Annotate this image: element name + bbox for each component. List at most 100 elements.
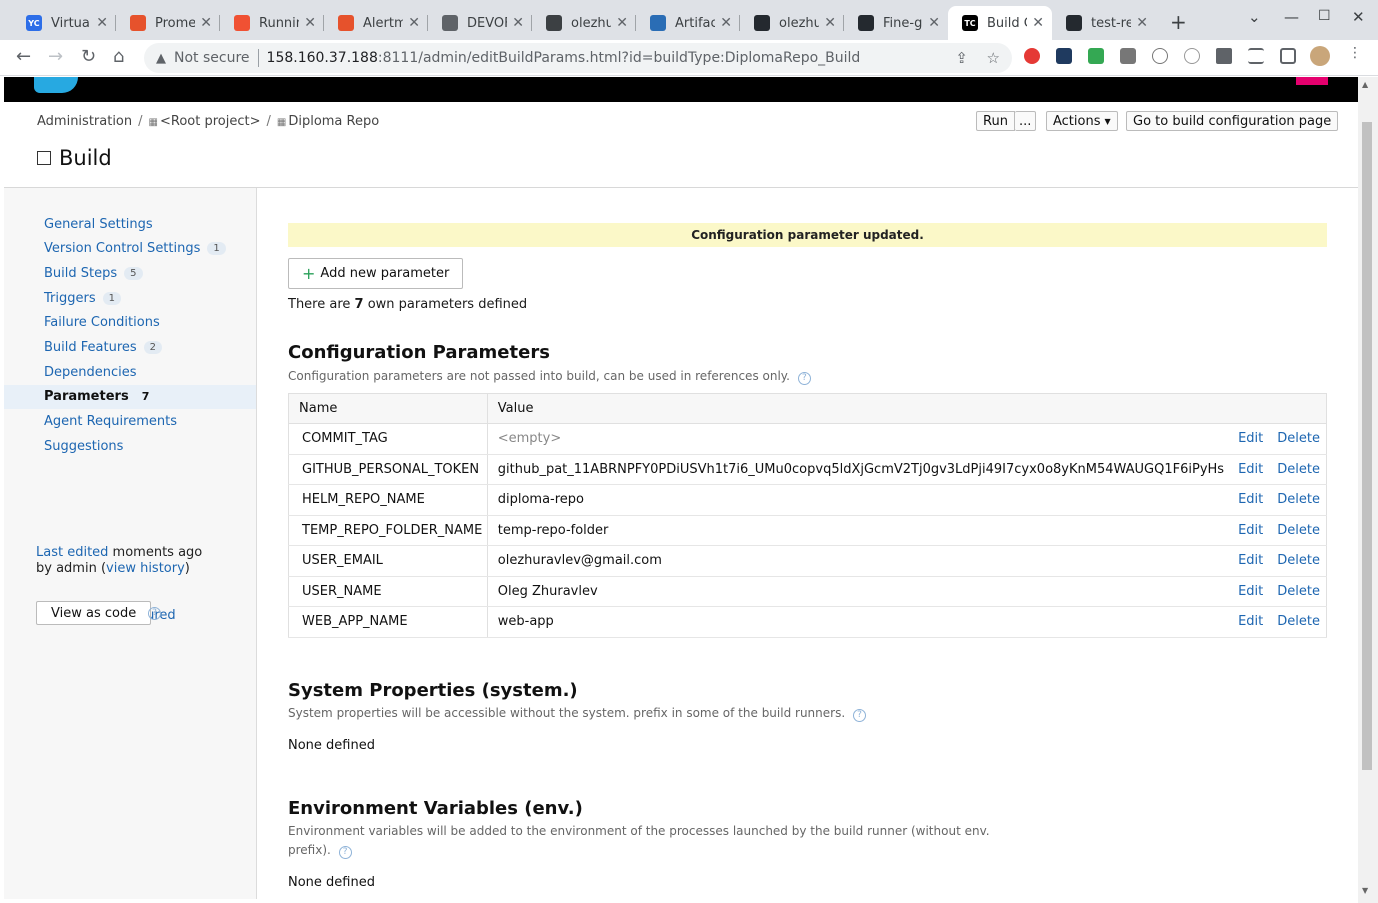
run-button[interactable]: Run (976, 111, 1015, 131)
sidebar-item-version-control-settings[interactable]: Version Control Settings 1 (4, 237, 256, 261)
extension-react-icon[interactable] (1056, 48, 1072, 64)
sidebar-item-suggestions[interactable]: Suggestions (4, 434, 256, 458)
name-column-header: Name (288, 393, 488, 424)
edit-link[interactable]: Edit (1238, 462, 1263, 477)
param-name: TEMP_REPO_FOLDER_NAME (288, 514, 488, 546)
system-props-empty: None defined (288, 738, 375, 753)
profile-avatar[interactable] (1310, 46, 1330, 66)
edit-link[interactable]: Edit (1238, 523, 1263, 538)
delete-link[interactable]: Delete (1277, 523, 1320, 538)
edit-link[interactable]: Edit (1238, 584, 1263, 599)
forward-icon[interactable]: → (48, 46, 63, 67)
reload-icon[interactable]: ↻ (81, 46, 96, 67)
tab-favicon-icon (1066, 15, 1082, 31)
sidebar-item-build-steps[interactable]: Build Steps 5 (4, 261, 256, 285)
browser-tab[interactable]: Fine-g ✕ (844, 6, 948, 40)
help-icon[interactable]: ? (797, 372, 811, 385)
browser-tab[interactable]: olezhu ✕ (740, 6, 844, 40)
breadcrumb-administration[interactable]: Administration (37, 114, 132, 129)
tab-close-icon[interactable]: ✕ (928, 15, 940, 31)
browser-tab[interactable]: YC Virtual ✕ (12, 6, 116, 40)
browser-tab[interactable]: test-re ✕ (1052, 6, 1156, 40)
edit-link[interactable]: Edit (1238, 614, 1263, 629)
extension-green-icon[interactable] (1088, 48, 1104, 64)
tab-close-icon[interactable]: ✕ (1136, 15, 1148, 31)
tab-close-icon[interactable]: ✕ (1032, 15, 1044, 31)
tab-close-icon[interactable]: ✕ (200, 15, 212, 31)
tab-close-icon[interactable]: ✕ (304, 15, 316, 31)
help-icon[interactable]: ? (338, 846, 352, 859)
delete-link[interactable]: Delete (1277, 462, 1320, 477)
actions-dropdown[interactable]: Actions ▼ (1046, 111, 1118, 131)
minimize-icon[interactable]: — (1284, 8, 1299, 26)
address-bar[interactable]: ▲ Not secure 158.160.37.188:8111/admin/e… (144, 43, 1012, 73)
sidebar-item-failure-conditions[interactable]: Failure Conditions (4, 311, 256, 335)
row-actions: Edit Delete (1224, 606, 1328, 638)
view-as-code-button[interactable]: View as code (36, 601, 152, 625)
page-title-text: Build (59, 146, 112, 170)
help-icon[interactable]: ? (852, 709, 866, 722)
new-tab-button[interactable]: + (1170, 10, 1187, 34)
edit-link[interactable]: Edit (1238, 492, 1263, 507)
breadcrumb-root-project[interactable]: <Root project> (160, 114, 261, 129)
delete-link[interactable]: Delete (1277, 431, 1320, 446)
share-icon[interactable]: ⇪ (955, 49, 968, 67)
browser-menu-icon[interactable]: ⋮ (1348, 45, 1362, 61)
scroll-down-icon[interactable]: ▼ (1362, 886, 1368, 895)
param-name: HELM_REPO_NAME (288, 484, 488, 516)
sidebar-item-dependencies[interactable]: Dependencies (4, 360, 256, 384)
delete-link[interactable]: Delete (1277, 584, 1320, 599)
tab-close-icon[interactable]: ✕ (720, 15, 732, 31)
extension-h-icon[interactable] (1152, 48, 1168, 64)
tab-close-icon[interactable]: ✕ (616, 15, 628, 31)
tab-close-icon[interactable]: ✕ (96, 15, 108, 31)
reading-list-icon[interactable] (1248, 48, 1264, 64)
bookmark-star-icon[interactable]: ☆ (987, 49, 1000, 67)
tab-close-icon[interactable]: ✕ (408, 15, 420, 31)
browser-tab[interactable]: Artifac ✕ (636, 6, 740, 40)
browser-tab[interactable]: Runnin ✕ (220, 6, 324, 40)
add-parameter-button[interactable]: + Add new parameter (288, 258, 464, 289)
back-icon[interactable]: ← (16, 46, 31, 67)
edit-link[interactable]: Edit (1238, 431, 1263, 446)
edited-by: by admin ( (36, 561, 107, 576)
extensions-puzzle-icon[interactable] (1216, 48, 1232, 64)
tab-favicon-icon (546, 15, 562, 31)
run-button-group: Run ... (976, 111, 1037, 131)
table-header-row: Name Value (288, 393, 1328, 424)
scroll-up-icon[interactable]: ▲ (1362, 80, 1368, 89)
extension-globe-icon[interactable] (1184, 48, 1200, 64)
home-icon[interactable]: ⌂ (113, 46, 124, 67)
delete-link[interactable]: Delete (1277, 553, 1320, 568)
tab-close-icon[interactable]: ✕ (824, 15, 836, 31)
browser-tab[interactable]: Alertm ✕ (324, 6, 428, 40)
last-edited-link[interactable]: Last edited (36, 545, 108, 560)
delete-link[interactable]: Delete (1277, 492, 1320, 507)
tab-close-icon[interactable]: ✕ (512, 15, 524, 31)
run-custom-button[interactable]: ... (1014, 111, 1037, 131)
maximize-icon[interactable]: ☐ (1318, 8, 1331, 24)
delete-link[interactable]: Delete (1277, 614, 1320, 629)
sidebar-item-parameters[interactable]: Parameters 7 (4, 384, 256, 409)
sidebar-item-agent-requirements[interactable]: Agent Requirements (4, 410, 256, 434)
edit-link[interactable]: Edit (1238, 553, 1263, 568)
teamcity-header (4, 77, 1358, 102)
teamcity-logo[interactable] (34, 77, 78, 93)
browser-tab[interactable]: TC Build C ✕ (948, 6, 1052, 40)
browser-tab[interactable]: Prome ✕ (116, 6, 220, 40)
sidebar-item-triggers[interactable]: Triggers 1 (4, 286, 256, 310)
breadcrumb-project[interactable]: Diploma Repo (288, 114, 379, 129)
extension-fo-icon[interactable] (1024, 48, 1040, 64)
sidebar-item-build-features[interactable]: Build Features 2 (4, 336, 256, 360)
browser-tab[interactable]: olezhu ✕ (532, 6, 636, 40)
tab-search-icon[interactable]: ⌄ (1248, 8, 1261, 26)
sidebar-item-general-settings[interactable]: General Settings (4, 212, 256, 236)
browser-tab[interactable]: DEVOF ✕ (428, 6, 532, 40)
help-icon[interactable]: ? (148, 607, 161, 620)
goto-build-config-button[interactable]: Go to build configuration page (1126, 111, 1339, 131)
extension-gray-icon[interactable] (1120, 48, 1136, 64)
scrollbar-thumb[interactable] (1362, 122, 1372, 770)
side-panel-icon[interactable] (1280, 48, 1296, 64)
view-history-link[interactable]: view history (106, 561, 185, 576)
close-window-icon[interactable]: ✕ (1352, 8, 1365, 26)
